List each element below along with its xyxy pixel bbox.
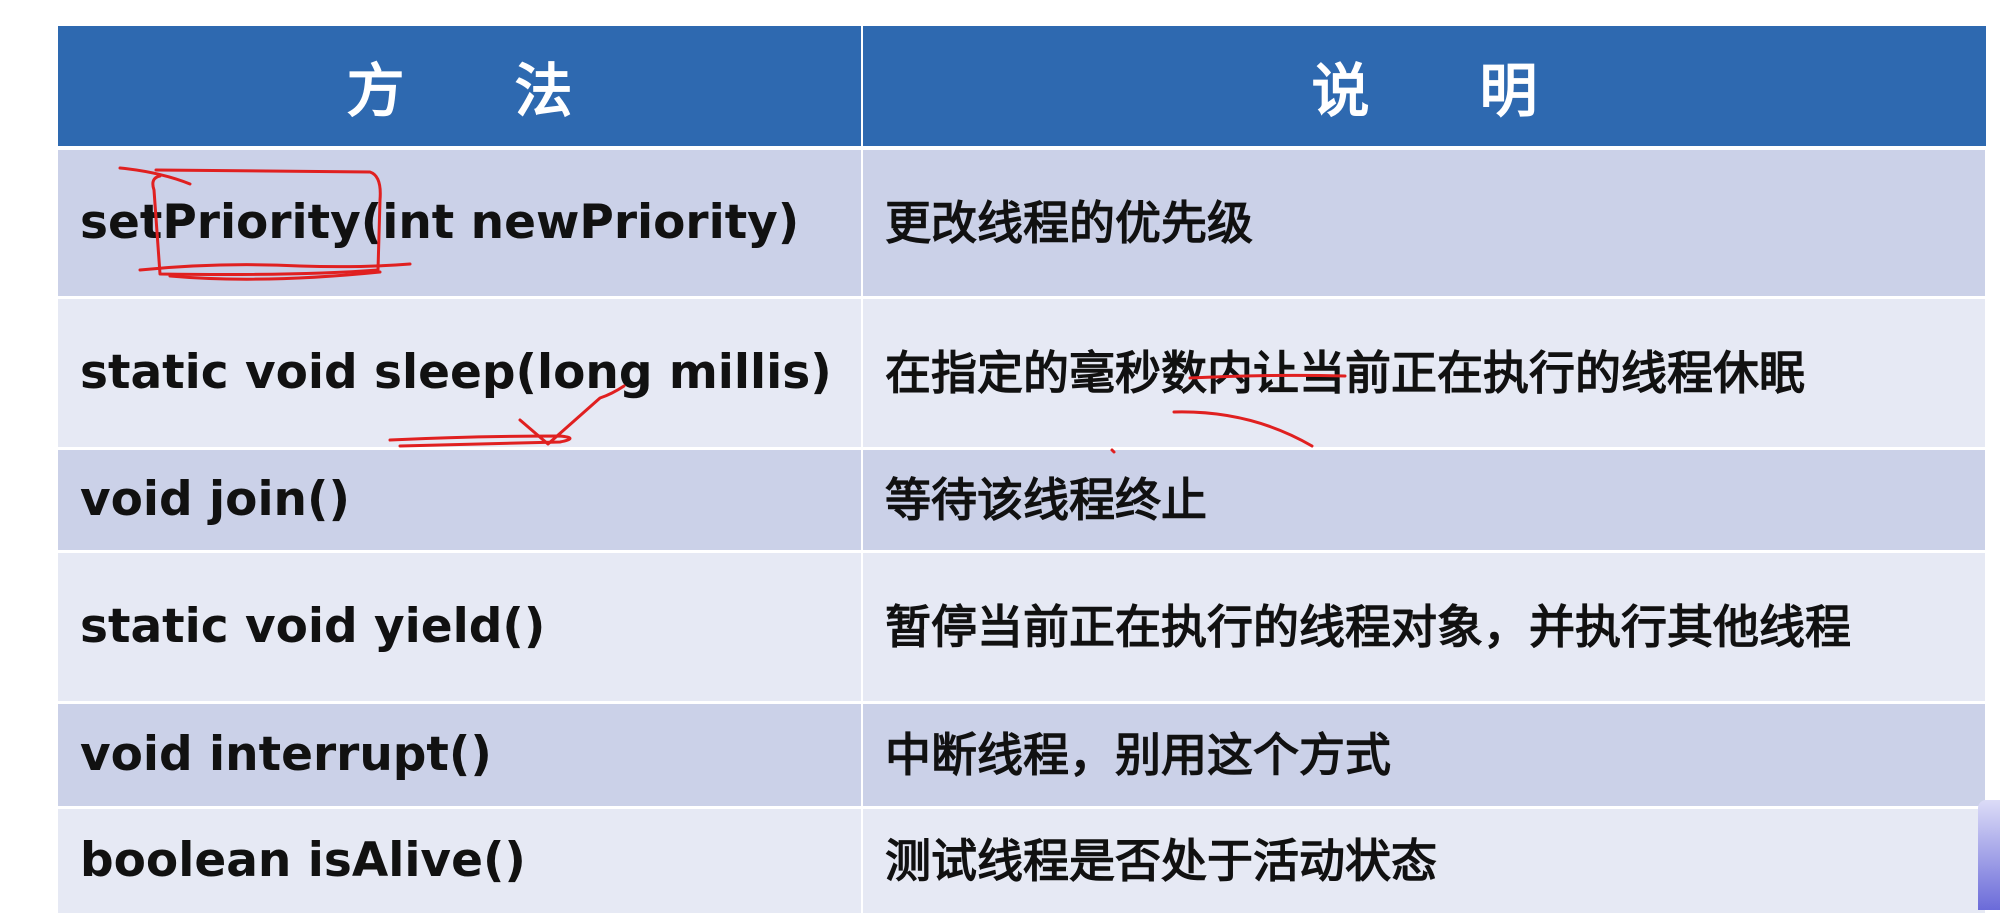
method-cell: setPriority(int newPriority)	[58, 148, 863, 299]
description-cell: 在指定的毫秒数内让当前正在执行的线程休眠	[862, 297, 1987, 450]
table-row: static void yield() 暂停当前正在执行的线程对象，并执行其他线…	[58, 551, 1987, 704]
method-cell: void interrupt()	[58, 702, 863, 809]
description-cell: 测试线程是否处于活动状态	[862, 807, 1987, 916]
method-cell: static void sleep(long millis)	[58, 297, 863, 450]
table-row: static void sleep(long millis) 在指定的毫秒数内让…	[58, 297, 1987, 450]
description-cell: 暂停当前正在执行的线程对象，并执行其他线程	[862, 551, 1987, 704]
table-row: void join() 等待该线程终止	[58, 448, 1987, 553]
method-cell: boolean isAlive()	[58, 807, 863, 916]
slide-canvas: 方法 说明 setPriority(int newPriority) 更改线程的…	[0, 0, 2000, 922]
description-cell: 中断线程，别用这个方式	[862, 702, 1987, 809]
method-cell: void join()	[58, 448, 863, 553]
header-method: 方法	[58, 26, 863, 150]
corner-shape	[1978, 800, 2000, 910]
method-table-wrapper: 方法 说明 setPriority(int newPriority) 更改线程的…	[58, 26, 1987, 916]
table-row: boolean isAlive() 测试线程是否处于活动状态	[58, 807, 1987, 916]
header-description: 说明	[862, 26, 1986, 150]
table-header-row: 方法 说明	[58, 26, 1986, 150]
method-cell: static void yield()	[58, 551, 863, 704]
table-row: void interrupt() 中断线程，别用这个方式	[58, 702, 1987, 809]
table-row: setPriority(int newPriority) 更改线程的优先级	[58, 148, 1987, 299]
description-cell: 等待该线程终止	[862, 448, 1987, 553]
description-cell: 更改线程的优先级	[862, 148, 1987, 299]
thread-methods-table: 方法 说明 setPriority(int newPriority) 更改线程的…	[58, 26, 1987, 916]
